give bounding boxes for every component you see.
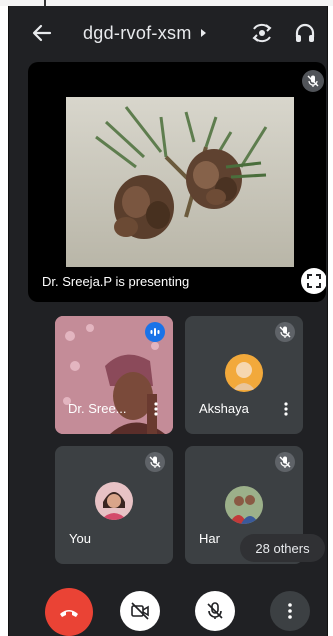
participant-mic-muted	[275, 452, 295, 472]
meeting-info-button[interactable]: dgd-rvof-xsm	[83, 20, 208, 46]
mic-off-icon	[307, 75, 319, 87]
speaking-indicator-icon	[150, 328, 160, 336]
presenter-mic-muted	[302, 70, 324, 92]
participant-name: You	[69, 531, 91, 546]
hang-up-icon	[60, 610, 78, 617]
camera-off-icon	[131, 602, 149, 620]
chevron-right-icon	[200, 29, 206, 37]
presenting-label: Dr. Sreeja.P is presenting	[42, 274, 190, 289]
mic-off-icon	[279, 456, 291, 468]
others-count-button[interactable]: 28 others	[240, 534, 325, 562]
avatar	[225, 354, 263, 392]
switch-camera-button[interactable]	[249, 20, 275, 46]
mic-off-icon	[207, 602, 223, 619]
call-header: dgd-rvof-xsm	[9, 6, 327, 58]
participant-mic-muted	[275, 322, 295, 342]
participant-tile[interactable]: Akshaya	[185, 316, 303, 434]
more-vert-icon[interactable]	[281, 401, 291, 417]
camera-toggle-button[interactable]	[120, 591, 160, 631]
meet-call-screen: dgd-rvof-xsm Dr. Sreeja.P is presenting …	[8, 6, 328, 636]
more-vert-icon	[288, 603, 292, 619]
fullscreen-icon	[307, 274, 321, 288]
participant-name: Akshaya	[199, 401, 249, 416]
avatar	[225, 486, 263, 524]
participant-tile[interactable]: Dr. Sree...	[55, 316, 173, 434]
headphones-icon	[295, 23, 315, 42]
more-options-button[interactable]	[270, 591, 310, 631]
participant-name: Har	[199, 531, 220, 546]
avatar	[95, 482, 133, 520]
mic-off-icon	[279, 326, 291, 338]
switch-camera-icon	[252, 23, 272, 43]
mic-off-icon	[149, 456, 161, 468]
meeting-code: dgd-rvof-xsm	[83, 22, 192, 43]
audio-output-button[interactable]	[292, 20, 318, 46]
speaking-indicator	[145, 322, 165, 342]
fullscreen-button[interactable]	[301, 268, 326, 294]
back-arrow-icon	[32, 24, 52, 42]
participant-name: Dr. Sree...	[68, 401, 127, 416]
more-vert-icon[interactable]	[151, 401, 161, 417]
shared-screen-image	[66, 97, 294, 267]
presentation-tile[interactable]: Dr. Sreeja.P is presenting	[28, 62, 326, 302]
participant-tile-self[interactable]: You	[55, 446, 173, 564]
back-button[interactable]	[29, 20, 55, 46]
participant-mic-muted	[145, 452, 165, 472]
hang-up-button[interactable]	[45, 588, 93, 636]
mic-toggle-button[interactable]	[195, 591, 235, 631]
